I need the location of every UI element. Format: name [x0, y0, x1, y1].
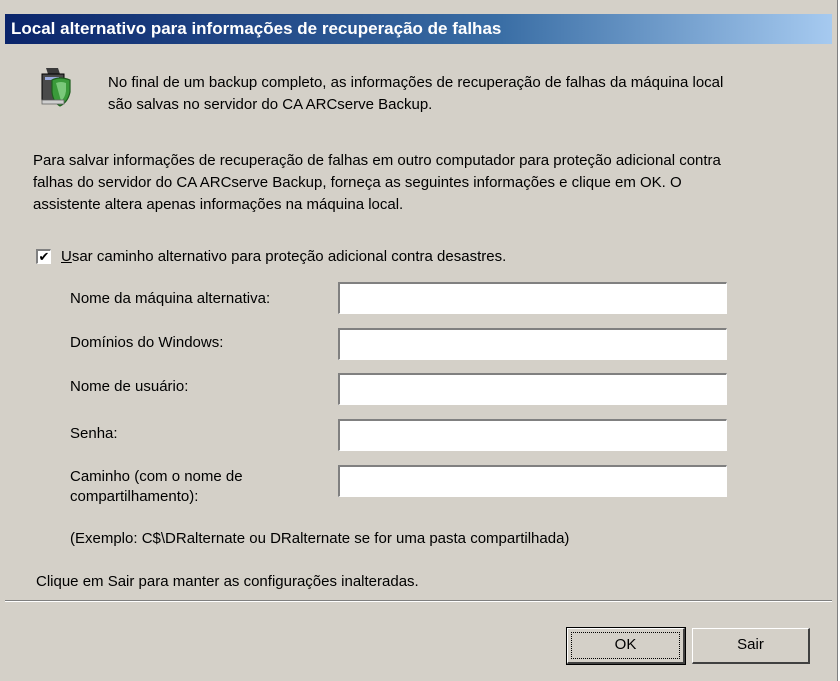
machine-name-label: Nome da máquina alternativa: — [70, 290, 271, 307]
intro-line-2: são salvas no servidor do CA ARCserve Ba… — [108, 96, 433, 113]
footer-text: Clique em Sair para manter as configuraç… — [36, 573, 419, 590]
ok-button[interactable]: OK — [566, 627, 686, 665]
path-label: Caminho (com o nome de compartilhamento)… — [70, 467, 243, 507]
exit-button[interactable]: Sair — [692, 628, 810, 664]
alt-path-checkbox[interactable]: ✔ — [36, 248, 51, 264]
separator-highlight — [5, 601, 832, 602]
description-line-2: falhas do servidor do CA ARCserve Backup… — [33, 174, 682, 191]
checkmark-icon: ✔ — [38, 248, 50, 264]
alt-path-checkbox-label[interactable]: Usar caminho alternativo para proteção a… — [61, 248, 506, 265]
intro-line-1: No final de um backup completo, as infor… — [108, 74, 724, 91]
windows-domain-field[interactable] — [338, 328, 727, 360]
username-label: Nome de usuário: — [70, 378, 189, 395]
accelerator-key: U — [61, 247, 72, 265]
machine-name-field[interactable] — [338, 282, 727, 314]
password-label: Senha: — [70, 425, 118, 442]
alt-path-checkbox-row[interactable]: ✔ Usar caminho alternativo para proteção… — [36, 246, 506, 266]
password-field[interactable] — [338, 419, 727, 451]
description-line-3: assistente altera apenas informações na … — [33, 196, 404, 213]
path-label-line-1: Caminho (com o nome de — [70, 468, 243, 485]
exit-button-label: Sair — [737, 636, 764, 653]
alt-path-label-text: sar caminho alternativo para proteção ad… — [71, 247, 507, 265]
description-text: Para salvar informações de recuperação d… — [33, 150, 818, 216]
window-title: Local alternativo para informações de re… — [5, 14, 832, 44]
backup-shield-icon — [38, 66, 74, 108]
focus-rectangle — [571, 632, 680, 659]
dialog-window: Local alternativo para informações de re… — [0, 0, 838, 681]
username-field[interactable] — [338, 373, 727, 405]
path-field[interactable] — [338, 465, 727, 497]
windows-domain-label: Domínios do Windows: — [70, 334, 224, 351]
example-text: (Exemplo: C$\DRalternate ou DRalternate … — [70, 530, 570, 547]
intro-text: No final de um backup completo, as infor… — [108, 72, 808, 116]
description-line-1: Para salvar informações de recuperação d… — [33, 152, 721, 169]
path-label-line-2: compartilhamento): — [70, 488, 199, 505]
